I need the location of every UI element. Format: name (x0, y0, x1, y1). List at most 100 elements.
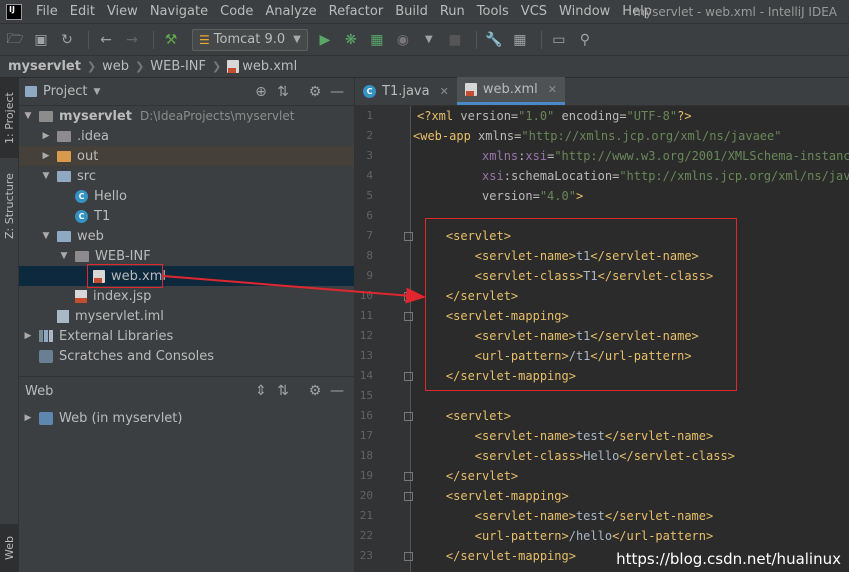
chevron-right-icon[interactable]: ▶ (21, 331, 35, 341)
tree-item[interactable]: myservlet.iml (19, 306, 354, 326)
profile-icon[interactable]: ◉ (392, 29, 414, 51)
tree-item[interactable]: ▶ .idea (19, 126, 354, 146)
expand-all-icon[interactable]: ⇕ (250, 383, 272, 399)
chevron-down-icon[interactable]: ▼ (93, 87, 100, 97)
breadcrumb-item[interactable]: web (102, 59, 129, 74)
chevron-down-icon[interactable]: ▼ (39, 171, 53, 181)
fold-marker-icon[interactable] (404, 232, 413, 241)
chevron-right-icon[interactable]: ▶ (21, 413, 35, 423)
settings-wrench-icon[interactable]: 🔧 (483, 29, 505, 51)
project-panel-title[interactable]: Project (43, 84, 87, 99)
coverage-icon[interactable]: ▦ (366, 29, 388, 51)
line-number: 12 (359, 329, 373, 342)
folder-icon (57, 230, 71, 242)
menu-window[interactable]: Window (553, 0, 616, 24)
chevron-down-icon[interactable]: ▼ (57, 251, 71, 261)
menu-edit[interactable]: Edit (64, 0, 101, 24)
tree-item-selected[interactable]: web.xml (19, 266, 354, 286)
tab-structure[interactable]: Z: Structure (0, 166, 19, 246)
tab-project-label: 1: Project (3, 92, 16, 144)
chevron-right-icon[interactable]: ▶ (39, 131, 53, 141)
fold-marker-icon[interactable] (404, 372, 413, 381)
tab-t1-java[interactable]: C T1.java ✕ (355, 77, 457, 105)
project-panel-header: Project ▼ ⊕ ⇅ ⚙ — (19, 78, 354, 106)
hide-minus-icon[interactable]: — (326, 84, 348, 100)
tree-item[interactable]: C Hello (19, 186, 354, 206)
open-folder-icon[interactable]: 🗁 (4, 29, 26, 51)
breadcrumb-item[interactable]: web.xml (242, 59, 297, 74)
collapse-all-icon[interactable]: ⇅ (272, 84, 294, 100)
fold-marker-icon[interactable] (404, 412, 413, 421)
fold-marker-icon[interactable] (404, 312, 413, 321)
menu-refactor[interactable]: Refactor (323, 0, 390, 24)
menu-tools[interactable]: Tools (471, 0, 515, 24)
tab-web[interactable]: Web (0, 524, 19, 572)
close-icon[interactable]: ✕ (548, 83, 557, 96)
build-hammer-icon[interactable]: ⚒ (160, 29, 182, 51)
tree-item[interactable]: ▼ WEB-INF (19, 246, 354, 266)
window-title: myservlet - web.xml - IntelliJ IDEA (633, 5, 837, 19)
forward-arrow-icon[interactable]: → (121, 29, 143, 51)
tree-item-label: web (77, 228, 104, 244)
tree-item[interactable]: Scratches and Consoles (19, 346, 354, 366)
line-number: 3 (366, 149, 373, 162)
gear-icon[interactable]: ⚙ (304, 84, 326, 100)
hide-minus-icon[interactable]: — (326, 383, 348, 399)
tab-label: web.xml (482, 82, 538, 97)
tab-project[interactable]: 1: Project (0, 78, 19, 158)
more-run-chevron-icon[interactable]: ▼ (418, 29, 440, 51)
tree-item[interactable]: ▼ myservlet D:\IdeaProjects\myservlet (19, 106, 354, 126)
menu-run[interactable]: Run (434, 0, 471, 24)
menu-navigate[interactable]: Navigate (144, 0, 214, 24)
chevron-down-icon[interactable]: ▼ (21, 111, 35, 121)
intellij-logo-icon (6, 3, 22, 20)
line-number: 15 (359, 389, 373, 402)
menu-vcs[interactable]: VCS (515, 0, 553, 24)
terminal-icon[interactable]: ▭ (548, 29, 570, 51)
tree-item-label: out (77, 148, 99, 164)
menu-code[interactable]: Code (214, 0, 259, 24)
tree-item[interactable]: ▼ src (19, 166, 354, 186)
tree-item[interactable]: ▶ External Libraries (19, 326, 354, 346)
fold-marker-icon[interactable] (404, 552, 413, 561)
folder-icon (57, 150, 71, 162)
locate-target-icon[interactable]: ⊕ (250, 84, 272, 100)
breadcrumb-item[interactable]: myservlet (8, 59, 81, 74)
iml-file-icon (57, 309, 69, 323)
menu-analyze[interactable]: Analyze (259, 0, 322, 24)
tree-item[interactable]: index.jsp (19, 286, 354, 306)
sync-icon[interactable]: ↻ (56, 29, 78, 51)
tree-item-label: T1 (94, 208, 111, 224)
breadcrumb-item[interactable]: WEB-INF (150, 59, 206, 74)
run-configuration-select[interactable]: ☰ Tomcat 9.0 ▼ (192, 28, 308, 51)
chevron-right-icon[interactable]: ▶ (39, 151, 53, 161)
tree-item[interactable]: C T1 (19, 206, 354, 226)
close-icon[interactable]: ✕ (440, 85, 449, 98)
debug-bug-icon[interactable]: ❋ (340, 29, 362, 51)
collapse-all-icon[interactable]: ⇅ (272, 383, 294, 399)
code-line: 3 xmlns:xsi="http://www.w3.org/2001/XMLS… (355, 146, 849, 166)
tree-item[interactable]: ▶ out (19, 146, 354, 166)
tree-item[interactable]: ▼ web (19, 226, 354, 246)
stop-icon[interactable]: ■ (444, 29, 466, 51)
toolbar-divider (540, 30, 542, 49)
menu-build[interactable]: Build (389, 0, 434, 24)
project-structure-icon[interactable]: ▦ (509, 29, 531, 51)
menu-view[interactable]: View (101, 0, 144, 24)
save-all-icon[interactable]: ▣ (30, 29, 52, 51)
code-line: 17 <servlet-name>test</servlet-name> (355, 426, 849, 446)
chevron-right-icon: ❯ (86, 60, 97, 73)
back-arrow-icon[interactable]: ← (95, 29, 117, 51)
code-highlight-box (425, 218, 737, 391)
fold-marker-icon[interactable] (404, 472, 413, 481)
tree-item[interactable]: ▶ Web (in myservlet) (19, 408, 354, 428)
fold-marker-icon[interactable] (404, 492, 413, 501)
tree-item-label: .idea (77, 128, 109, 144)
gear-icon[interactable]: ⚙ (304, 383, 326, 399)
tab-web-xml[interactable]: web.xml ✕ (456, 77, 566, 105)
run-icon[interactable]: ▶ (314, 29, 336, 51)
search-icon[interactable]: ⚲ (574, 29, 596, 51)
menu-file[interactable]: File (30, 0, 64, 24)
chevron-down-icon[interactable]: ▼ (39, 231, 53, 241)
fold-marker-icon[interactable] (404, 292, 413, 301)
